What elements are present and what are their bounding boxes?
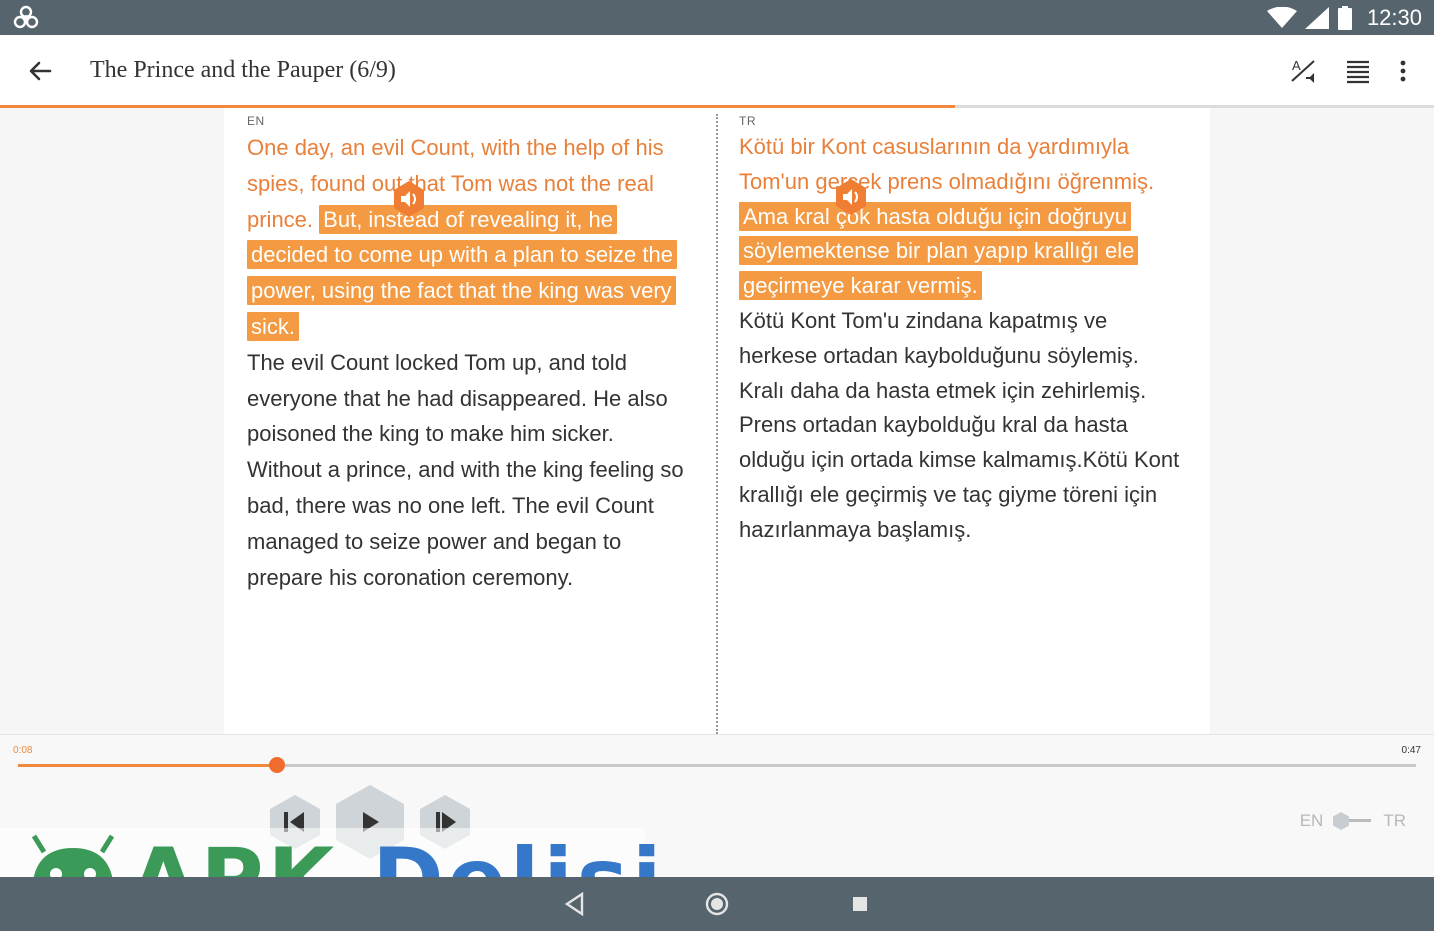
more-vert-icon[interactable] (1387, 55, 1419, 87)
current-time: 0:08 (13, 745, 33, 756)
text-align-icon[interactable] (1342, 55, 1374, 87)
column-divider (716, 114, 718, 734)
turkish-column: TR Kötü bir Kont casuslarının da yardımı… (739, 114, 1184, 548)
status-clock: 12:30 (1366, 5, 1422, 30)
svg-text:A: A (1292, 58, 1301, 73)
switch-knob[interactable] (1331, 811, 1351, 831)
english-remaining-text[interactable]: The evil Count locked Tom up, and told e… (247, 350, 684, 590)
seek-bar[interactable] (18, 757, 1416, 773)
translate-settings-icon[interactable]: A (1288, 55, 1320, 87)
toggle-label-right: TR (1383, 811, 1406, 830)
page-title: The Prince and the Pauper (6/9) (90, 57, 396, 83)
english-speaker-icon[interactable] (392, 180, 426, 218)
english-text: One day, an evil Count, with the help of… (247, 130, 692, 595)
system-navigation-bar (0, 877, 1434, 931)
toggle-label-left: EN (1299, 811, 1324, 830)
nav-recents-icon[interactable] (847, 891, 873, 917)
turkish-read-sentence[interactable]: Kötü bir Kont casuslarının da yardımıyla… (739, 134, 1154, 194)
nav-back-icon[interactable] (562, 891, 588, 917)
turkish-remaining-text[interactable]: Kötü Kont Tom'u zindana kapatmış ve herk… (739, 308, 1179, 542)
turkish-current-sentence[interactable]: Ama kral çok hasta olduğu için doğruyu s… (739, 201, 1139, 301)
app-toolbar: The Prince and the Pauper (6/9) A (0, 35, 1434, 107)
language-toggle: EN TR (1300, 811, 1406, 831)
turkish-language-tag: TR (739, 114, 756, 128)
seek-bar-fill (18, 764, 277, 767)
bilingual-reader: EN One day, an evil Count, with the help… (224, 108, 1210, 734)
battery-icon (1337, 6, 1352, 30)
wifi-icon (1266, 7, 1297, 28)
language-switch[interactable] (1331, 811, 1375, 831)
total-time: 0:47 (1401, 745, 1421, 756)
back-arrow-icon[interactable] (24, 55, 56, 87)
signal-icon (1304, 7, 1329, 29)
english-column: EN One day, an evil Count, with the help… (247, 114, 692, 595)
nav-home-icon[interactable] (704, 891, 730, 917)
status-bar: 12:30 (0, 0, 1434, 35)
app-notification-icon (13, 5, 39, 29)
turkish-text: Kötü bir Kont casuslarının da yardımıyla… (739, 130, 1184, 548)
english-language-tag: EN (247, 114, 265, 128)
turkish-speaker-icon[interactable] (834, 178, 868, 216)
seek-thumb[interactable] (268, 757, 285, 773)
